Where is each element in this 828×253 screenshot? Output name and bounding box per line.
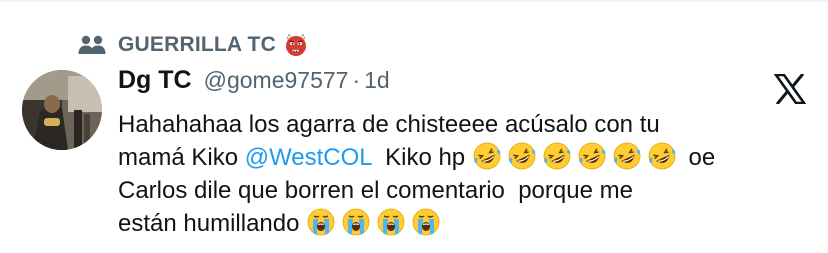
tweet-text: Hahahahaa los agarra de chisteeee acúsal… <box>118 108 798 240</box>
rolling-on-floor-laughing-icon <box>577 141 607 171</box>
timestamp[interactable]: 1d <box>364 67 390 94</box>
community-people-icon <box>78 35 106 54</box>
x-logo-icon <box>774 74 806 104</box>
rolling-on-floor-laughing-icon <box>647 141 677 171</box>
tweet-text-segment: oe <box>681 144 716 171</box>
laughing-emoji-group <box>472 141 682 171</box>
loudly-crying-face-icon <box>376 207 406 237</box>
crying-emoji-group <box>306 207 446 237</box>
loudly-crying-face-icon <box>341 207 371 237</box>
separator-dot: · <box>352 67 361 93</box>
tweet-text-segment: Carlos dile que borren el comentario por… <box>118 177 633 204</box>
top-divider <box>0 0 828 2</box>
ogre-emoji-icon <box>284 33 308 57</box>
loudly-crying-face-icon <box>306 207 336 237</box>
tweet-text-segment: Hahahahaa los agarra de chisteeee acúsal… <box>118 111 660 138</box>
tweet-header: Dg TC @gome97577 · 1d <box>118 66 390 102</box>
rolling-on-floor-laughing-icon <box>507 141 537 171</box>
mention-link[interactable]: @WestCOL <box>245 144 372 171</box>
tweet-line-3: Carlos dile que borren el comentario por… <box>118 174 798 207</box>
loudly-crying-face-icon <box>411 207 441 237</box>
rolling-on-floor-laughing-icon <box>472 141 502 171</box>
tweet-text-segment: Kiko hp <box>371 144 472 171</box>
display-name[interactable]: Dg TC <box>118 66 192 95</box>
community-name[interactable]: GUERRILLA TC <box>118 33 276 57</box>
community-context[interactable]: GUERRILLA TC <box>78 30 308 60</box>
user-handle[interactable]: @gome97577 <box>204 67 349 94</box>
rolling-on-floor-laughing-icon <box>612 141 642 171</box>
tweet-line-2: mamá Kiko @WestCOL Kiko hp oe <box>118 141 798 174</box>
rolling-on-floor-laughing-icon <box>542 141 572 171</box>
avatar-photo <box>22 70 102 150</box>
tweet-line-4: están humillando <box>118 207 798 240</box>
avatar[interactable] <box>22 70 102 150</box>
tweet-line-1: Hahahahaa los agarra de chisteeee acúsal… <box>118 108 798 141</box>
tweet-text-segment: mamá Kiko <box>118 144 245 171</box>
tweet-text-segment: están humillando <box>118 210 307 237</box>
